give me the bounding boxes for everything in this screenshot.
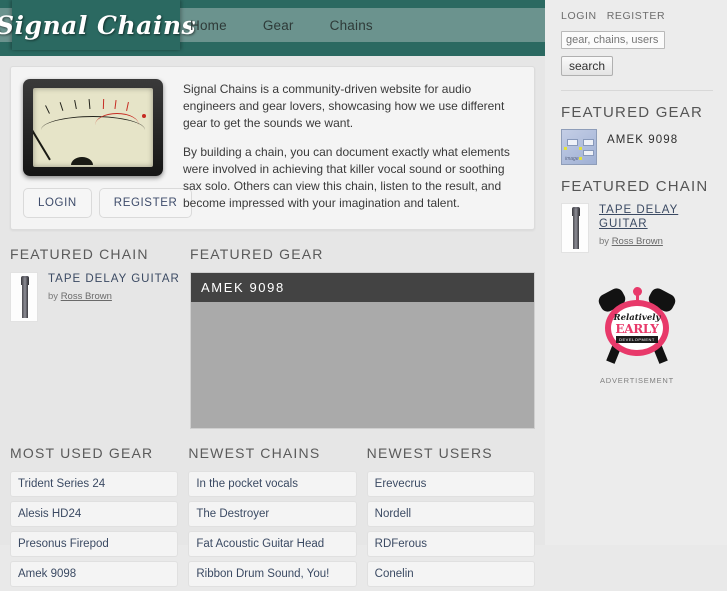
main-featured-chain-column: FEATURED CHAIN TAPE DELAY GUITAR by Ross… — [10, 246, 180, 429]
main-featured-chain-byline: by Ross Brown — [48, 291, 180, 302]
ad-brand-sub: DEVELOPMENT — [616, 335, 658, 343]
intro-text: Signal Chains is a community-driven webs… — [183, 79, 522, 217]
featured-gear-panel-title: AMEK 9098 — [191, 273, 534, 302]
nav-item-home[interactable]: Home — [190, 18, 227, 33]
intro-auth-buttons: LOGIN REGISTER — [23, 188, 193, 218]
list-item[interactable]: Presonus Firepod — [10, 531, 179, 557]
right-sidebar: LOGIN REGISTER search FEATURED GEAR imag… — [545, 0, 727, 545]
site-header: Signal Chains Home Gear Chains — [0, 0, 545, 56]
list-item[interactable]: The Destroyer — [188, 501, 357, 527]
sidebar-featured-chain-title[interactable]: TAPE DELAY GUITAR — [599, 203, 713, 231]
sidebar-featured-chain-author[interactable]: Ross Brown — [612, 236, 663, 247]
list-heading-newest-chains: NEWEST CHAINS — [188, 445, 321, 461]
main-featured-chain[interactable]: TAPE DELAY GUITAR by Ross Brown — [10, 272, 180, 322]
login-link[interactable]: LOGIN — [561, 10, 597, 22]
site-logo-text: Signal Chains — [0, 10, 197, 40]
vu-meter-block: LOGIN REGISTER — [23, 79, 193, 218]
main-featured-chain-author[interactable]: Ross Brown — [61, 291, 112, 302]
advertisement-block[interactable]: Relatively EARLY DEVELOPMENT ADVERTISEME… — [561, 285, 713, 385]
list-newest-chains: NEWEST CHAINS In the pocket vocals The D… — [188, 445, 357, 591]
main-featured-chain-title[interactable]: TAPE DELAY GUITAR — [48, 272, 180, 286]
list-heading-newest-users: NEWEST USERS — [366, 445, 493, 461]
list-most-used-gear: MOST USED GEAR Trident Series 24 Alesis … — [10, 445, 179, 591]
list-item[interactable]: Ribbon Drum Sound, You! — [188, 561, 357, 587]
byline-prefix: by — [48, 291, 61, 302]
featured-row: FEATURED CHAIN TAPE DELAY GUITAR by Ross… — [10, 246, 535, 429]
list-item[interactable]: Amek 9098 — [10, 561, 179, 587]
main-content: LOGIN REGISTER Signal Chains is a commun… — [0, 56, 545, 587]
nav-item-chains[interactable]: Chains — [330, 18, 373, 33]
search-input[interactable] — [561, 31, 665, 49]
account-links: LOGIN REGISTER — [561, 8, 713, 22]
list-item[interactable]: Alesis HD24 — [10, 501, 179, 527]
list-item[interactable]: Conelin — [366, 561, 535, 587]
vu-meter-icon — [23, 79, 163, 176]
main-featured-chain-heading: FEATURED CHAIN — [10, 246, 149, 262]
alarm-clock-logo-icon: Relatively EARLY DEVELOPMENT — [596, 285, 678, 364]
ad-brand-main: EARLY — [615, 321, 659, 336]
intro-login-button[interactable]: LOGIN — [23, 188, 92, 218]
sidebar-divider — [561, 90, 713, 91]
sidebar-featured-chain[interactable]: TAPE DELAY GUITAR by Ross Brown — [561, 203, 713, 253]
gear-thumbnail-icon: image — [561, 129, 597, 165]
list-item[interactable]: Erevecrus — [366, 471, 535, 497]
list-newest-users: NEWEST USERS Erevecrus Nordell RDFerous … — [366, 445, 535, 591]
intro-card: LOGIN REGISTER Signal Chains is a commun… — [10, 66, 535, 230]
main-featured-gear-column: FEATURED GEAR AMEK 9098 — [190, 246, 535, 429]
gear-thumbnail-label: image — [565, 156, 579, 162]
register-link[interactable]: REGISTER — [607, 10, 665, 22]
microphone-thumbnail-icon — [10, 272, 38, 322]
list-item[interactable]: Nordell — [366, 501, 535, 527]
list-item[interactable]: RDFerous — [366, 531, 535, 557]
byline-prefix: by — [599, 236, 612, 247]
search-button[interactable]: search — [561, 56, 614, 76]
list-item[interactable]: In the pocket vocals — [188, 471, 357, 497]
advertisement-label: ADVERTISEMENT — [599, 376, 675, 385]
intro-paragraph-2: By building a chain, you can document ex… — [183, 145, 510, 210]
nav-item-gear[interactable]: Gear — [263, 18, 294, 33]
list-item[interactable]: Trident Series 24 — [10, 471, 179, 497]
bottom-lists: MOST USED GEAR Trident Series 24 Alesis … — [10, 445, 535, 591]
intro-paragraph-1: Signal Chains is a community-driven webs… — [183, 82, 505, 130]
sidebar-featured-gear-heading: FEATURED GEAR — [561, 104, 704, 121]
featured-gear-panel[interactable]: AMEK 9098 — [190, 272, 535, 429]
sidebar-featured-chain-heading: FEATURED CHAIN — [561, 178, 709, 195]
main-nav: Home Gear Chains — [190, 8, 373, 42]
microphone-thumbnail-icon — [561, 203, 589, 253]
intro-register-button[interactable]: REGISTER — [98, 188, 193, 218]
list-heading-most-used-gear: MOST USED GEAR — [10, 445, 154, 461]
sidebar-featured-chain-byline: by Ross Brown — [599, 236, 713, 247]
sidebar-featured-gear-name: AMEK 9098 — [607, 134, 679, 146]
site-logo[interactable]: Signal Chains — [0, 0, 196, 50]
list-item[interactable]: Fat Acoustic Guitar Head — [188, 531, 357, 557]
main-featured-gear-heading: FEATURED GEAR — [190, 246, 324, 262]
sidebar-featured-gear[interactable]: image AMEK 9098 — [561, 129, 713, 165]
